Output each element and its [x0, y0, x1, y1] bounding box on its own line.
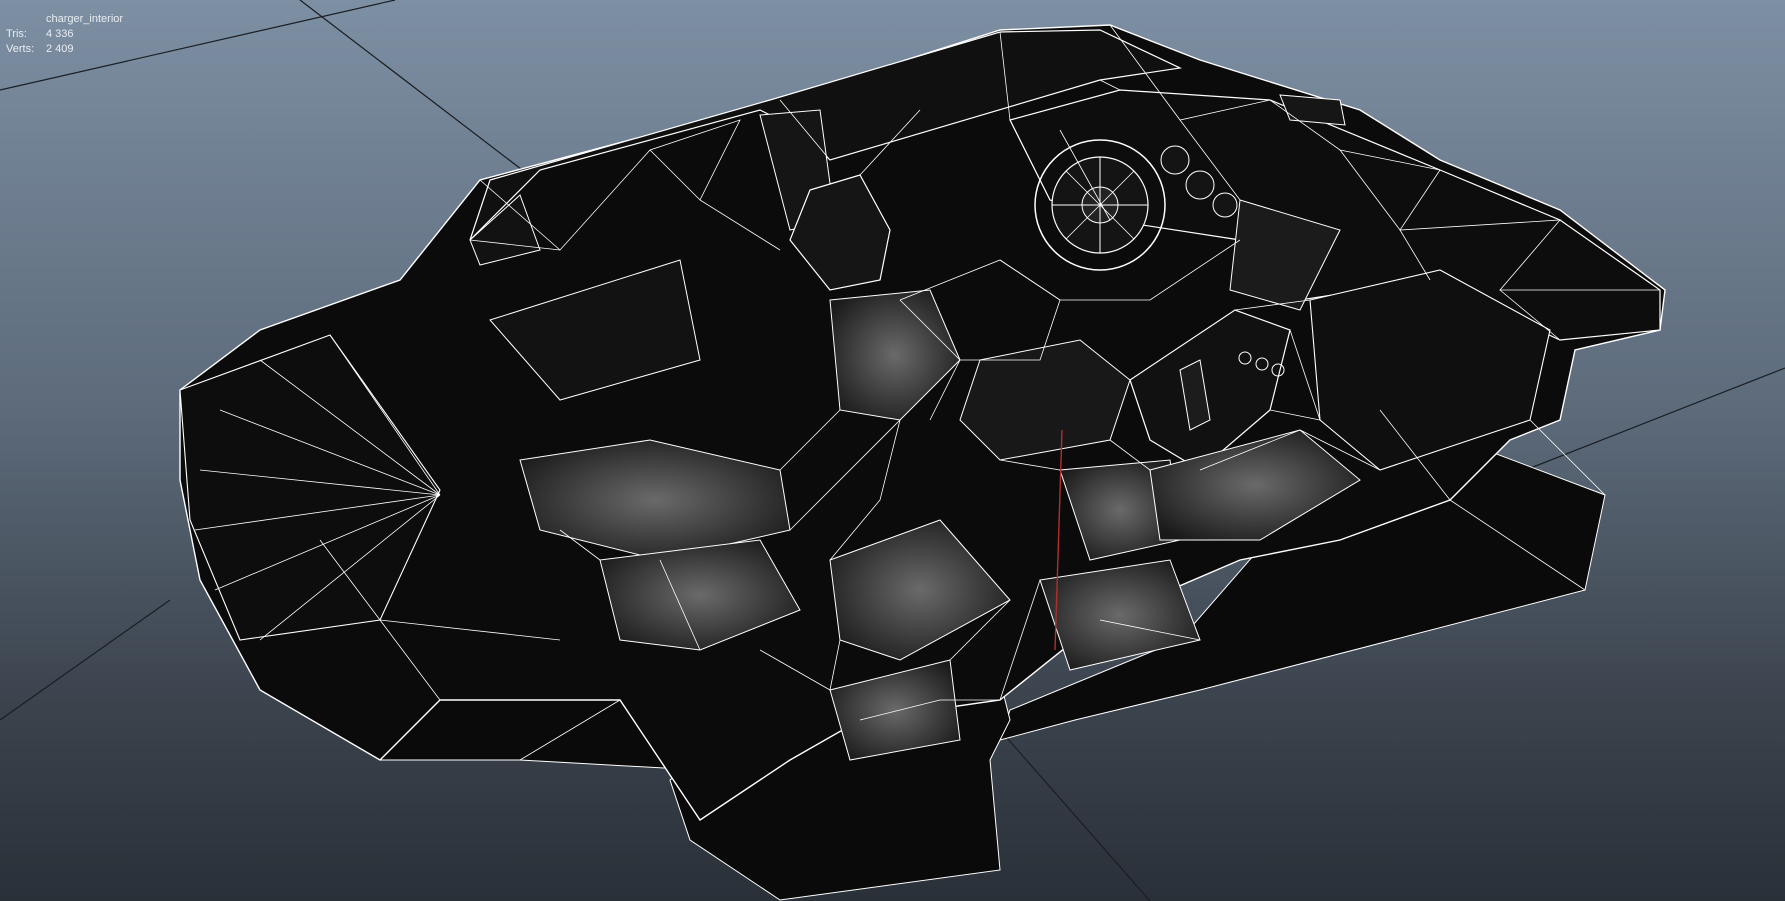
verts-value: 2 409	[46, 43, 74, 55]
tris-value: 4 336	[46, 28, 74, 40]
tris-row: Tris: 4 336	[6, 27, 123, 42]
verts-row: Verts: 2 409	[6, 42, 123, 57]
tris-label: Tris:	[6, 28, 27, 40]
viewport-scene[interactable]	[0, 0, 1785, 901]
viewport-hud: charger_interior Tris: 4 336 Verts: 2 40…	[6, 12, 123, 57]
verts-label: Verts:	[6, 43, 35, 55]
interior-shell	[179, 24, 1666, 821]
object-name: charger_interior	[46, 13, 124, 25]
3d-viewport[interactable]: charger_interior Tris: 4 336 Verts: 2 40…	[0, 0, 1785, 901]
